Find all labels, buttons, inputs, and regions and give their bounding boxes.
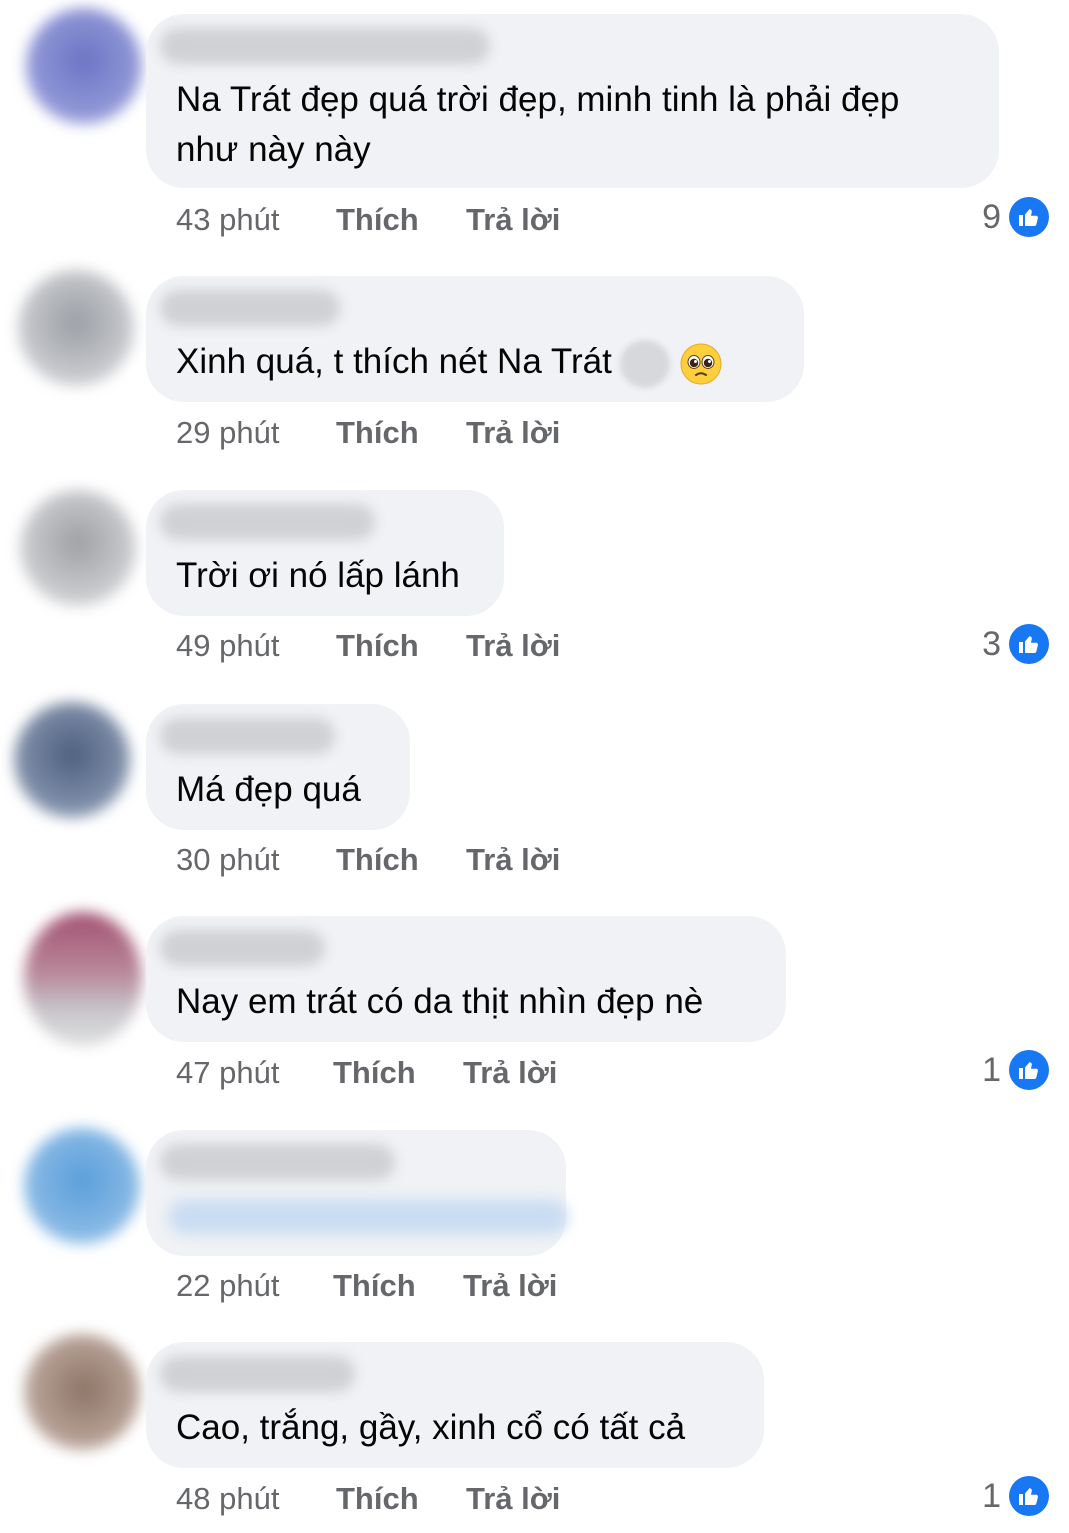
thumbs-up-icon [1009, 1476, 1049, 1516]
blurred-emoji [619, 339, 670, 388]
reply-button[interactable]: Trả lời [463, 1268, 557, 1304]
comment-bubble: Cao, trắng, gầy, xinh cổ có tất cả [146, 1342, 764, 1468]
reply-button[interactable]: Trả lời [466, 415, 560, 451]
comment-time[interactable]: 47 phút [176, 1055, 279, 1091]
reaction-count: 9 [982, 197, 1001, 236]
comment-text-line: Na Trát đẹp quá trời đẹp, minh tinh là p… [176, 80, 900, 119]
avatar[interactable] [26, 8, 142, 124]
reply-button[interactable]: Trả lời [466, 842, 560, 878]
thumbs-up-icon [1009, 1050, 1049, 1090]
author-name-blurred[interactable] [160, 718, 335, 754]
pleading-face-icon [680, 343, 722, 385]
reaction-summary[interactable]: 1 [982, 1476, 1049, 1516]
comment-text-line: Má đẹp quá [176, 770, 361, 809]
reply-button[interactable]: Trả lời [466, 1481, 560, 1517]
comment-text-line: Cao, trắng, gầy, xinh cổ có tất cả [176, 1408, 686, 1447]
reaction-count: 1 [982, 1050, 1001, 1089]
avatar[interactable] [24, 912, 142, 1046]
avatar[interactable] [20, 490, 136, 606]
thumbs-up-icon [1009, 197, 1049, 237]
like-button[interactable]: Thích [333, 1055, 416, 1091]
comment-bubble: Xinh quá, t thích nét Na Trát [146, 276, 804, 402]
author-name-blurred[interactable] [160, 28, 490, 64]
reaction-count: 3 [982, 624, 1001, 663]
author-name-blurred[interactable] [160, 930, 325, 966]
like-button[interactable]: Thích [336, 842, 419, 878]
comment-text: Xinh quá, t thích nét Na Trát [176, 342, 612, 381]
reaction-summary[interactable]: 9 [982, 197, 1049, 237]
like-button[interactable]: Thích [336, 415, 419, 451]
comment-text-line: Xinh quá, t thích nét Na Trát [176, 336, 722, 388]
reply-button[interactable]: Trả lời [466, 202, 560, 238]
comment-time[interactable]: 49 phút [176, 628, 279, 664]
reaction-summary[interactable]: 1 [982, 1050, 1049, 1090]
comment-time[interactable]: 43 phút [176, 202, 279, 238]
avatar[interactable] [24, 1334, 140, 1450]
blurred-content[interactable] [168, 1200, 568, 1234]
reaction-count: 1 [982, 1476, 1001, 1515]
like-button[interactable]: Thích [336, 628, 419, 664]
author-name-blurred[interactable] [160, 290, 340, 326]
author-name-blurred[interactable] [160, 1356, 355, 1392]
comment-text-line: Nay em trát có da thịt nhìn đẹp nè [176, 982, 704, 1021]
reply-button[interactable]: Trả lời [463, 1055, 557, 1091]
thumbs-up-icon [1009, 624, 1049, 664]
author-name-blurred[interactable] [160, 504, 375, 540]
comment-bubble: Má đẹp quá [146, 704, 410, 830]
comment-bubble: Na Trát đẹp quá trời đẹp, minh tinh là p… [146, 14, 999, 188]
like-button[interactable]: Thích [336, 1481, 419, 1517]
comment-time[interactable]: 29 phút [176, 415, 279, 451]
comment-bubble: Nay em trát có da thịt nhìn đẹp nè [146, 916, 786, 1042]
comment-text-line: như này này [176, 130, 371, 169]
like-button[interactable]: Thích [336, 202, 419, 238]
comment-bubble: Trời ơi nó lấp lánh [146, 490, 504, 616]
comment-time[interactable]: 48 phút [176, 1481, 279, 1517]
avatar[interactable] [18, 270, 134, 386]
avatar[interactable] [24, 1128, 140, 1244]
like-button[interactable]: Thích [333, 1268, 416, 1304]
comment-bubble [146, 1130, 568, 1256]
reply-button[interactable]: Trả lời [466, 628, 560, 664]
avatar[interactable] [14, 702, 130, 818]
comment-text-line: Trời ơi nó lấp lánh [176, 556, 460, 595]
comment-time[interactable]: 30 phút [176, 842, 279, 878]
author-name-blurred[interactable] [160, 1144, 395, 1180]
reaction-summary[interactable]: 3 [982, 624, 1049, 664]
comment-time[interactable]: 22 phút [176, 1268, 279, 1304]
